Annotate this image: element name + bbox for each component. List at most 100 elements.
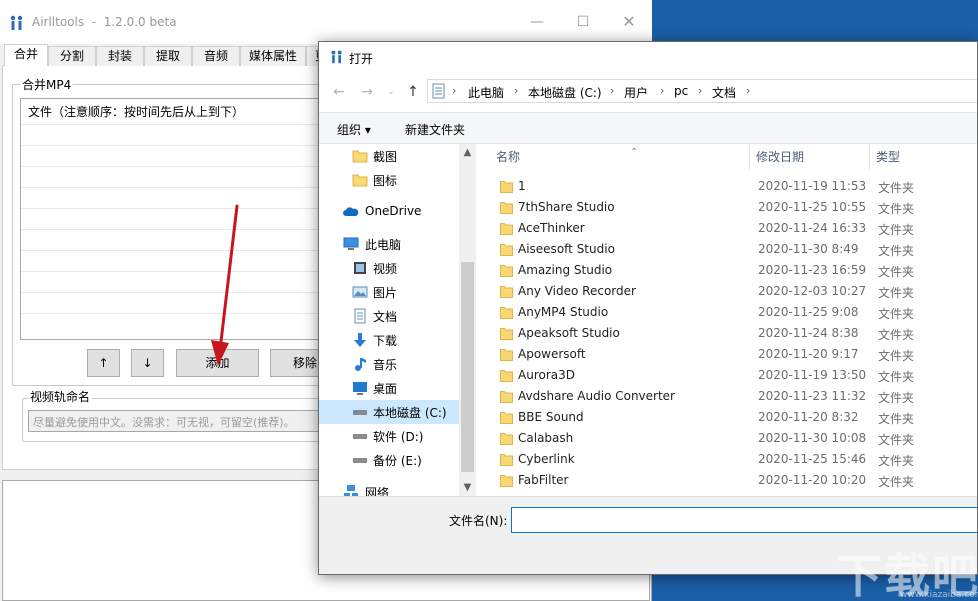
column-header-name[interactable]: 名称 ⌃ — [490, 144, 750, 170]
recent-locations-chevron-icon[interactable]: ⌄ — [383, 84, 399, 100]
table-row[interactable]: AceThinker 2020-11-24 16:33 文件夹 — [476, 218, 977, 239]
breadcrumb-chevron-icon[interactable]: › — [514, 84, 518, 97]
table-row[interactable]: Aurora3D 2020-11-19 13:50 文件夹 — [476, 365, 977, 386]
organize-button[interactable]: 组织 ▾ — [337, 121, 371, 138]
list-item — [21, 313, 339, 334]
column-header-date[interactable]: 修改日期 — [750, 144, 870, 170]
file-type: 文件夹 — [878, 391, 915, 405]
file-type: 文件夹 — [878, 475, 915, 489]
app-title: Airlltools - 1.2.0.0 beta — [32, 15, 177, 29]
table-row[interactable]: AnyMP4 Studio 2020-11-25 9:08 文件夹 — [476, 302, 977, 323]
table-row[interactable]: Cyberlink 2020-11-25 15:46 文件夹 — [476, 449, 977, 470]
forward-arrow-icon[interactable]: → — [359, 84, 375, 100]
file-type: 文件夹 — [878, 265, 915, 279]
nav-item-drive-d[interactable]: 软件 (D:) — [319, 424, 459, 448]
breadcrumb-this-pc[interactable]: 此电脑 — [468, 84, 504, 101]
address-bar[interactable]: › 此电脑 › 本地磁盘 (C:) › 用户 › pc › 文档 › — [427, 79, 977, 103]
file-list-pane[interactable]: 名称 ⌃ 修改日期 类型 1 2020-11-19 11:53 文件夹 7thShar… — [476, 144, 977, 496]
new-folder-button[interactable]: 新建文件夹 — [405, 121, 465, 138]
nav-item-downloads[interactable]: 下载 — [319, 328, 459, 352]
nav-item-music[interactable]: 音乐 — [319, 352, 459, 376]
close-button[interactable]: ✕ — [606, 0, 652, 44]
nav-item-desktop[interactable]: 桌面 — [319, 376, 459, 400]
table-row[interactable]: Apeaksoft Studio 2020-11-24 8:38 文件夹 — [476, 323, 977, 344]
tab-media-properties[interactable]: 媒体属性 — [240, 46, 306, 66]
nav-item-documents[interactable]: 文档 — [319, 304, 459, 328]
nav-item-icons[interactable]: 图标 — [319, 168, 459, 192]
dialog-titlebar[interactable]: 打开 — [319, 42, 977, 72]
breadcrumb-chevron-icon[interactable]: › — [452, 84, 456, 97]
nav-item-drive-e[interactable]: 备份 (E:) — [319, 448, 459, 472]
filename-input[interactable] — [511, 507, 977, 533]
nav-item-this-pc[interactable]: 此电脑 — [319, 232, 459, 256]
scroll-down-icon[interactable]: ▼ — [459, 479, 476, 496]
nav-item-videos[interactable]: 视频 — [319, 256, 459, 280]
tab-audio[interactable]: 音频 — [192, 46, 240, 66]
nav-label: 文档 — [373, 310, 398, 324]
navigation-pane[interactable]: 截图 图标 OneDrive 此电脑 视频 图片 文档 下载 音乐 桌面 本地磁… — [319, 144, 459, 496]
table-row[interactable]: Amazing Studio 2020-11-23 16:59 文件夹 — [476, 260, 977, 281]
table-row[interactable]: BBE Sound 2020-11-20 8:32 文件夹 — [476, 407, 977, 428]
scrollbar-thumb[interactable] — [461, 262, 474, 472]
dialog-title: 打开 — [349, 52, 374, 66]
column-header-type[interactable]: 类型 — [870, 144, 977, 170]
watermark-url: www.xiazaiba.com — [900, 590, 978, 600]
nav-item-onedrive[interactable]: OneDrive — [319, 200, 459, 224]
breadcrumb-pc[interactable]: pc — [674, 84, 688, 98]
tab-merge[interactable]: 合并 — [4, 44, 48, 67]
maximize-button[interactable]: ☐ — [560, 0, 606, 44]
file-name: Any Video Recorder — [518, 284, 636, 298]
tab-extract[interactable]: 提取 — [144, 46, 192, 66]
minimize-button[interactable]: — — [514, 0, 560, 44]
breadcrumb-chevron-icon[interactable]: › — [660, 84, 664, 97]
table-row[interactable]: FabFilter 2020-11-20 10:20 文件夹 — [476, 470, 977, 491]
table-row[interactable]: Avdshare Audio Converter 2020-11-23 11:32… — [476, 386, 977, 407]
list-item — [21, 229, 339, 250]
tab-split[interactable]: 分割 — [48, 46, 96, 66]
file-listbox[interactable]: 文件（注意顺序：按时间先后从上到下） — [20, 98, 340, 340]
nav-item-drive-c[interactable]: 本地磁盘 (C:) — [319, 400, 459, 424]
breadcrumb-chevron-icon[interactable]: › — [746, 84, 750, 97]
nav-item-network[interactable]: 网络 — [319, 480, 459, 496]
folder-icon — [500, 370, 513, 382]
navigation-scrollbar[interactable]: ▲ ▼ — [459, 144, 476, 496]
nav-label: 此电脑 — [365, 238, 402, 252]
file-date: 2020-11-20 9:17 — [758, 347, 859, 361]
table-row[interactable]: 7thShare Studio 2020-11-25 10:55 文件夹 — [476, 197, 977, 218]
breadcrumb-documents[interactable]: 文档 — [712, 84, 736, 101]
file-name: AnyMP4 Studio — [518, 305, 609, 319]
breadcrumb-drive-c[interactable]: 本地磁盘 (C:) — [528, 84, 602, 101]
file-name: Apeaksoft Studio — [518, 326, 620, 340]
table-row[interactable]: Apowersoft 2020-11-20 9:17 文件夹 — [476, 344, 977, 365]
file-date: 2020-11-19 11:53 — [758, 179, 867, 193]
file-type: 文件夹 — [878, 181, 915, 195]
merge-mp4-legend: 合并MP4 — [20, 76, 74, 93]
folder-icon — [500, 223, 513, 235]
file-type: 文件夹 — [878, 223, 915, 237]
nav-item-pictures[interactable]: 图片 — [319, 280, 459, 304]
table-row[interactable]: Aiseesoft Studio 2020-11-30 8:49 文件夹 — [476, 239, 977, 260]
folder-icon — [500, 454, 513, 466]
video-track-name-input[interactable]: 尽量避免使用中文。没需求：可无视，可留空(推荐)。 — [28, 410, 328, 432]
sort-ascending-icon: ⌃ — [630, 147, 639, 158]
music-icon — [355, 358, 366, 371]
breadcrumb-chevron-icon[interactable]: › — [610, 84, 614, 97]
up-level-arrow-icon[interactable]: ↑ — [405, 84, 421, 100]
move-up-button[interactable]: ↑ — [87, 349, 120, 377]
breadcrumb-chevron-icon[interactable]: › — [698, 84, 702, 97]
table-row[interactable]: Calabash 2020-11-30 10:08 文件夹 — [476, 428, 977, 449]
table-row[interactable]: Any Video Recorder 2020-12-03 10:27 文件夹 — [476, 281, 977, 302]
app-titlebar[interactable]: Airlltools - 1.2.0.0 beta — ☐ ✕ — [0, 0, 652, 44]
table-row[interactable]: 1 2020-11-19 11:53 文件夹 — [476, 176, 977, 197]
nav-label: 软件 (D:) — [373, 430, 424, 444]
scroll-up-icon[interactable]: ▲ — [459, 144, 476, 161]
back-arrow-icon[interactable]: ← — [331, 84, 347, 100]
tab-package[interactable]: 封装 — [96, 46, 144, 66]
file-type: 文件夹 — [878, 307, 915, 321]
breadcrumb-users[interactable]: 用户 — [624, 84, 648, 101]
command-bar: 组织 ▾ 新建文件夹 — [319, 112, 977, 144]
folder-icon — [500, 328, 513, 340]
file-date: 2020-11-30 8:49 — [758, 242, 859, 256]
nav-item-screenshots[interactable]: 截图 — [319, 144, 459, 168]
move-down-button[interactable]: ↓ — [131, 349, 164, 377]
